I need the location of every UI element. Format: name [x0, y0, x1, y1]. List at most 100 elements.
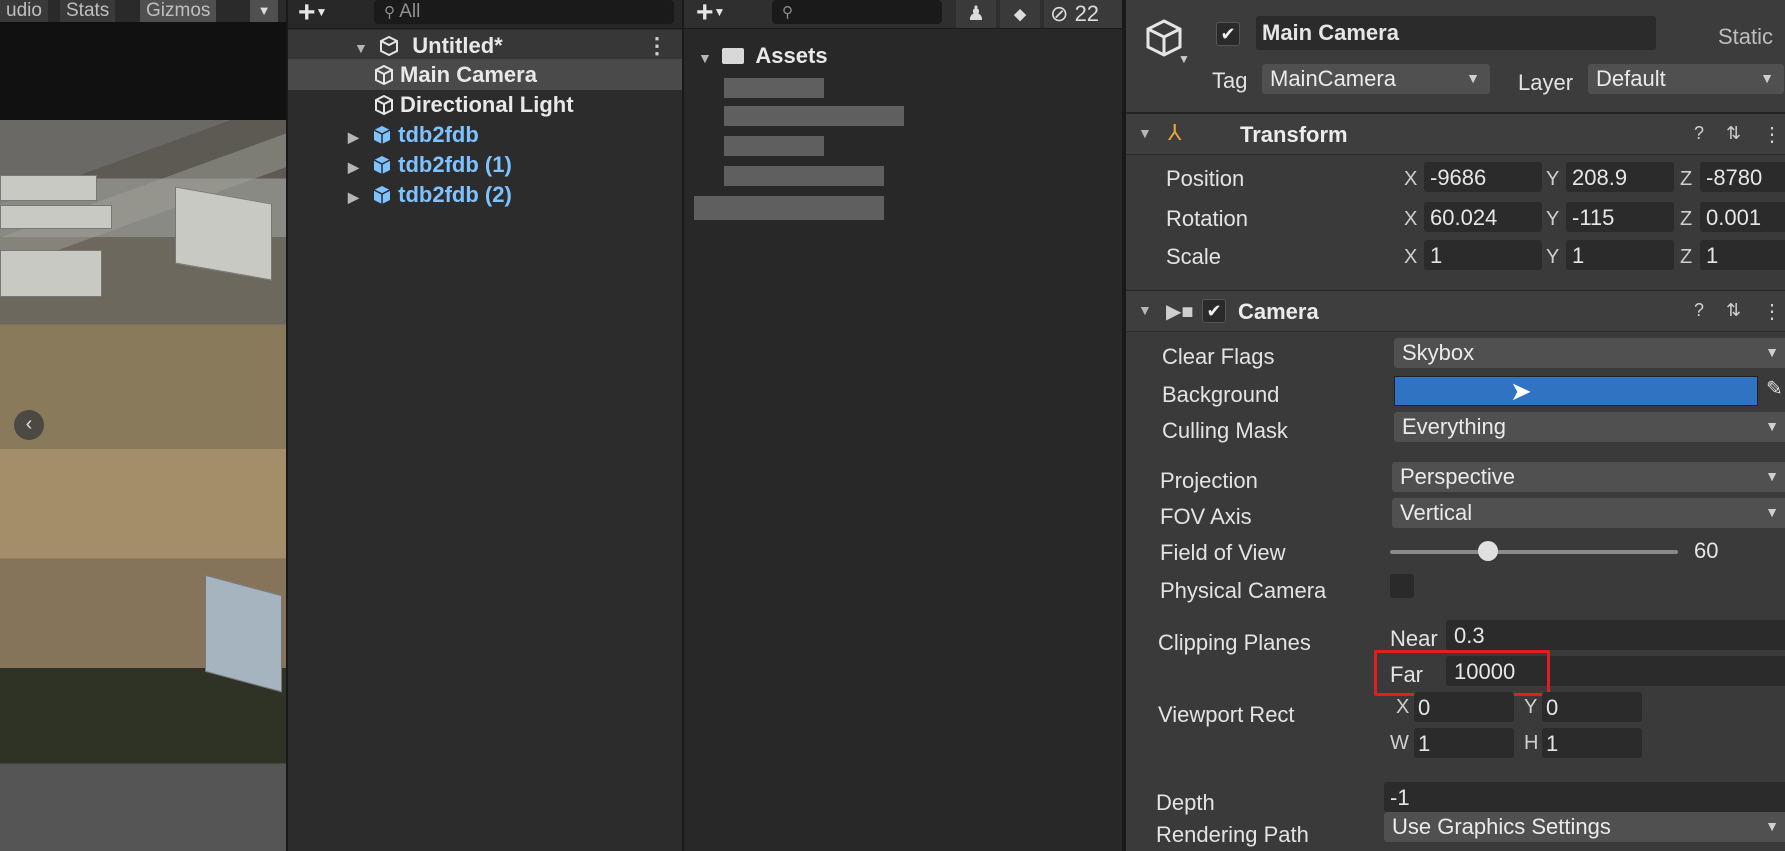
project-search-field[interactable]: ⚲	[772, 0, 942, 24]
hierarchy-item-tdb2fdb-1[interactable]: ▶ tdb2fdb (1)	[288, 149, 684, 180]
hidden-packages-toggle[interactable]: ⊘ 22	[1044, 0, 1124, 28]
scale-label: Scale	[1166, 244, 1222, 269]
axis-z-label: Z	[1680, 208, 1693, 230]
gameobject-cube-icon	[375, 65, 393, 85]
viewport-w-field[interactable]: 1	[1414, 728, 1514, 758]
fov-slider-handle[interactable]	[1478, 541, 1498, 561]
chevron-left-icon[interactable]: ‹	[14, 410, 44, 440]
scale-z-field[interactable]: 1	[1700, 240, 1785, 270]
kebab-menu-icon[interactable]: ⋮	[646, 30, 668, 61]
depth-value: -1	[1390, 785, 1410, 810]
background-color-swatch[interactable]	[1394, 376, 1758, 406]
rotation-label: Rotation	[1166, 206, 1248, 231]
position-z-field[interactable]: -8780	[1700, 162, 1785, 192]
position-x-field[interactable]: -9686	[1424, 162, 1542, 192]
scale-x-field[interactable]: 1	[1424, 240, 1542, 270]
hierarchy-item-label: Directional Light	[400, 92, 574, 117]
rotation-x-value: 60.024	[1430, 205, 1498, 230]
axis-x-label: X	[1404, 246, 1418, 268]
scene-tab-audio[interactable]: udio	[0, 0, 48, 22]
depth-field[interactable]: -1	[1384, 782, 1785, 812]
fov-label: Field of View	[1160, 540, 1286, 565]
kebab-menu-icon[interactable]: ⋮	[1762, 122, 1782, 147]
expand-triangle-icon[interactable]: ▼	[698, 43, 716, 74]
position-y-field[interactable]: 208.9	[1566, 162, 1674, 192]
scale-y-field[interactable]: 1	[1566, 240, 1674, 270]
clear-flags-label: Clear Flags	[1162, 344, 1275, 369]
hierarchy-scene-name: Untitled*	[412, 33, 503, 58]
add-object-button[interactable]: +▼	[298, 0, 327, 28]
presets-icon[interactable]: ⇅	[1726, 123, 1741, 144]
create-asset-button[interactable]: +▼	[696, 0, 725, 28]
projection-value: Perspective	[1400, 464, 1515, 489]
chevron-down-icon: ▼	[1466, 70, 1480, 86]
eyedropper-icon[interactable]: ✎	[1766, 376, 1783, 401]
highlight-box-far	[1374, 650, 1550, 696]
icon-dropdown-caret-icon[interactable]: ▼	[1178, 52, 1190, 66]
clear-flags-dropdown[interactable]: Skybox ▼	[1394, 338, 1785, 368]
viewport-y-field[interactable]: 0	[1542, 692, 1642, 722]
help-icon[interactable]: ?	[1694, 300, 1704, 321]
search-icon: ⚲	[782, 4, 793, 21]
blurred-asset-item	[724, 78, 824, 98]
hierarchy-item-tdb2fdb[interactable]: ▶ tdb2fdb	[288, 119, 684, 150]
project-assets-folder[interactable]: ▼ Assets	[684, 40, 1124, 71]
rotation-y-field[interactable]: -115	[1566, 202, 1674, 232]
near-field[interactable]: 0.3	[1446, 620, 1785, 650]
projection-dropdown[interactable]: Perspective ▼	[1392, 462, 1785, 492]
unity-scene-icon	[380, 35, 399, 57]
scene-tab-stats[interactable]: Stats	[60, 0, 116, 22]
hierarchy-panel: +▼ ⚲ All ▼ Untitled* ⋮ Main Camera Direc…	[286, 0, 684, 851]
scene-building	[205, 574, 282, 693]
fov-slider-track[interactable]	[1390, 550, 1678, 554]
chevron-down-icon: ▼	[1765, 504, 1779, 520]
project-toolbar: +▼ ⚲ ♟ ⬥ ⊘ 22	[684, 0, 1124, 29]
tag-dropdown[interactable]: MainCamera ▼	[1262, 64, 1490, 94]
presets-icon[interactable]: ⇅	[1726, 300, 1741, 321]
chevron-down-icon: ▼	[1765, 344, 1779, 360]
hierarchy-scene-row[interactable]: ▼ Untitled* ⋮	[288, 30, 684, 61]
rendering-path-dropdown[interactable]: Use Graphics Settings ▼	[1384, 812, 1785, 842]
hierarchy-search-field[interactable]: ⚲ All	[374, 0, 674, 24]
layer-label: Layer	[1518, 70, 1574, 95]
hierarchy-item-tdb2fdb-2[interactable]: ▶ tdb2fdb (2)	[288, 179, 684, 210]
hierarchy-item-directional-light[interactable]: Directional Light	[288, 89, 684, 120]
rotation-x-field[interactable]: 60.024	[1424, 202, 1542, 232]
project-panel: +▼ ⚲ ♟ ⬥ ⊘ 22 ▼ Assets	[682, 0, 1124, 851]
camera-component-header[interactable]: ▼ ▶■ ✔ Camera ? ⇅ ⋮	[1126, 290, 1785, 332]
gameobject-cube-icon	[375, 95, 393, 115]
collapse-triangle-icon[interactable]: ▼	[1138, 125, 1156, 141]
layer-dropdown[interactable]: Default ▼	[1588, 64, 1784, 94]
physical-camera-checkbox[interactable]	[1390, 574, 1414, 598]
camera-enabled-checkbox[interactable]: ✔	[1202, 299, 1226, 323]
fov-axis-dropdown[interactable]: Vertical ▼	[1392, 498, 1785, 528]
scene-tab-gizmos[interactable]: Gizmos	[140, 0, 217, 22]
culling-mask-dropdown[interactable]: Everything ▼	[1394, 412, 1785, 442]
transform-component-header[interactable]: ▼ ⅄ Transform ? ⇅ ⋮	[1126, 113, 1785, 155]
axis-y-label: Y	[1524, 696, 1538, 718]
hierarchy-item-main-camera[interactable]: Main Camera	[288, 59, 684, 90]
tag-icon[interactable]: ⬥	[1000, 0, 1040, 28]
filter-by-type-icon[interactable]: ♟	[956, 0, 996, 28]
scene-view[interactable]: udio Stats Gizmos ▼ ‹	[0, 0, 286, 851]
viewport-h-field[interactable]: 1	[1542, 728, 1642, 758]
expand-triangle-icon[interactable]: ▶	[348, 182, 366, 213]
tag-value: MainCamera	[1270, 66, 1396, 91]
rotation-z-field[interactable]: 0.001	[1700, 202, 1785, 232]
help-icon[interactable]: ?	[1694, 123, 1704, 144]
object-active-checkbox[interactable]: ✔	[1216, 22, 1240, 46]
hierarchy-item-label: tdb2fdb (2)	[398, 182, 512, 207]
position-label: Position	[1166, 166, 1245, 191]
scale-x-value: 1	[1430, 243, 1443, 268]
static-label[interactable]: Static	[1718, 24, 1773, 50]
transform-title: Transform	[1240, 122, 1348, 147]
object-name-field[interactable]: Main Camera	[1256, 16, 1656, 50]
kebab-menu-icon[interactable]: ⋮	[1762, 299, 1782, 324]
scene-building	[0, 205, 112, 229]
clipping-planes-label: Clipping Planes	[1158, 630, 1311, 655]
gizmos-dropdown-icon[interactable]: ▼	[250, 0, 278, 22]
fov-value[interactable]: 60	[1694, 538, 1718, 564]
position-y-value: 208.9	[1572, 165, 1628, 190]
collapse-triangle-icon[interactable]: ▼	[1138, 302, 1156, 318]
viewport-x-field[interactable]: 0	[1414, 692, 1514, 722]
